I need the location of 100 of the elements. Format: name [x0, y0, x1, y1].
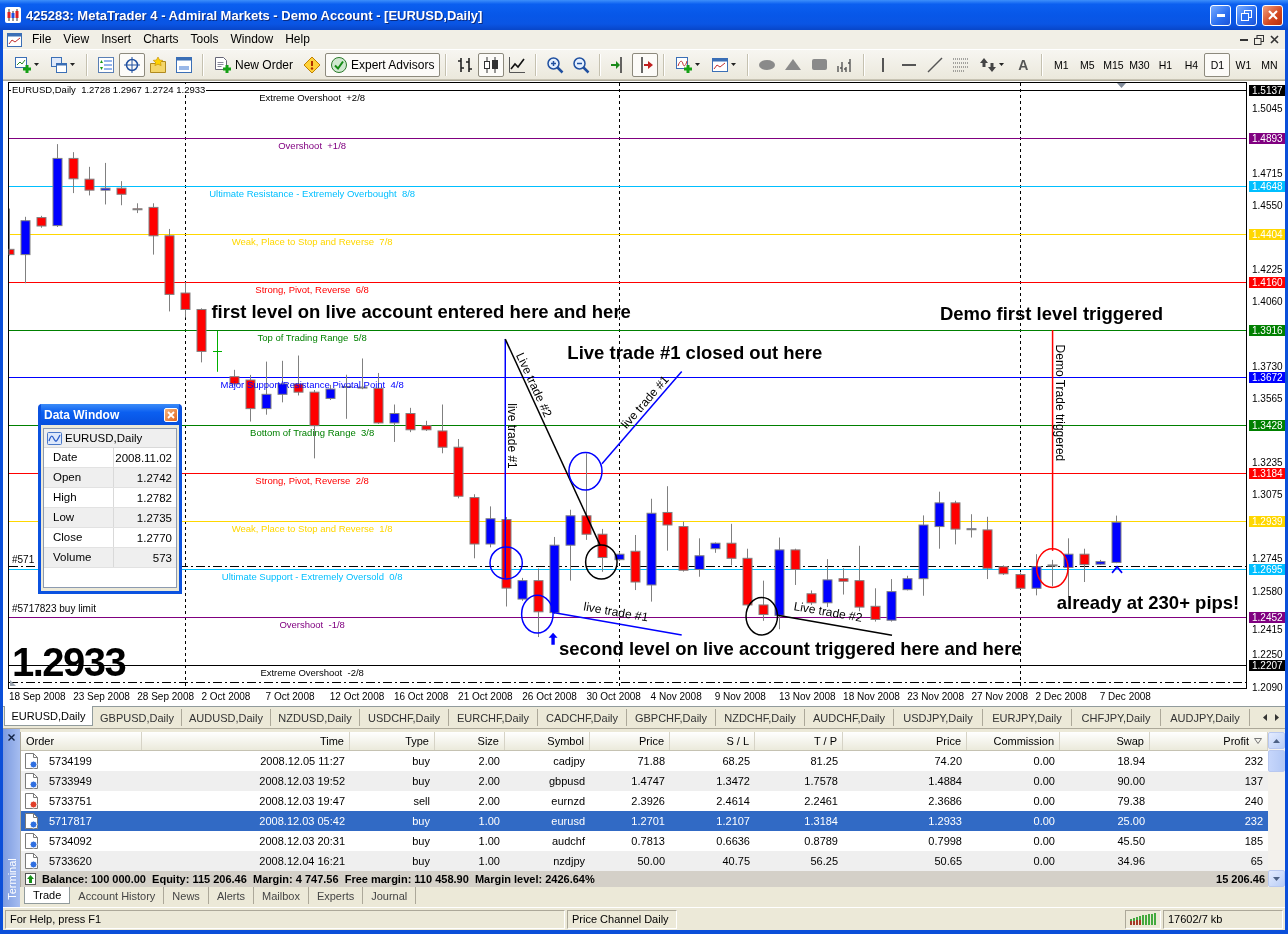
chart-tab[interactable]: AUDJPY,Daily	[1161, 709, 1250, 726]
zoom-in-icon[interactable]	[547, 56, 564, 73]
rectangle-icon[interactable]	[811, 59, 827, 70]
chart-tab[interactable]: AUDUSD,Daily	[182, 709, 271, 726]
caret-icon[interactable]	[999, 63, 1005, 66]
column-header[interactable]: Commission	[993, 735, 1054, 747]
scroll-down-button[interactable]	[1268, 870, 1285, 887]
diagonal-line-icon[interactable]	[928, 57, 943, 72]
zoom-out-icon[interactable]	[573, 56, 590, 73]
bars-icon[interactable]	[837, 57, 854, 72]
chart-tab[interactable]: EURUSD,Daily	[4, 706, 93, 726]
column-header[interactable]: Profit	[1223, 735, 1249, 747]
chart-tab[interactable]: CADCHF,Daily	[538, 709, 627, 726]
caret-icon[interactable]	[731, 63, 737, 66]
column-header[interactable]: Price	[935, 735, 961, 747]
price-tag: 1.2452	[1249, 612, 1285, 623]
data-window-button[interactable]	[119, 52, 145, 77]
new-order-button[interactable]: New Order	[209, 52, 299, 77]
chart-tab[interactable]: USDJPY,Daily	[894, 709, 983, 726]
horizontal-line-icon[interactable]	[902, 63, 917, 66]
chart-tab[interactable]: EURJPY,Daily	[983, 709, 1072, 726]
menu-item[interactable]: Charts	[137, 31, 185, 48]
timeframe-button[interactable]: W1	[1230, 52, 1257, 77]
close-button[interactable]	[1262, 4, 1283, 26]
chart-tab[interactable]: USDCHF,Daily	[360, 709, 449, 726]
minimize-icon[interactable]	[1240, 38, 1248, 41]
caret-icon[interactable]	[34, 63, 39, 66]
diamond-icon[interactable]	[304, 56, 320, 73]
menu-item[interactable]: File	[26, 31, 58, 48]
column-header[interactable]: S / L	[726, 735, 749, 747]
text-tool-button[interactable]: A	[1010, 52, 1037, 77]
column-header[interactable]: Time	[319, 735, 344, 747]
chart-tab[interactable]: GBPUSD,Daily	[93, 709, 182, 726]
terminal-tab[interactable]: Account History	[70, 887, 165, 904]
menu-item[interactable]: Insert	[95, 31, 138, 48]
timeframe-button[interactable]: MN	[1256, 52, 1283, 77]
column-header[interactable]: Type	[405, 735, 429, 747]
terminal-tab[interactable]: Trade	[24, 887, 71, 904]
indicator-plus-icon[interactable]	[676, 56, 693, 73]
terminal-tab[interactable]: Alerts	[208, 887, 254, 904]
auto-scroll-button[interactable]	[632, 52, 659, 77]
terminal-tab[interactable]: News	[164, 887, 209, 904]
candle	[1031, 553, 1042, 596]
time-axis-label: 23 Sep 2008	[73, 691, 130, 703]
close-icon[interactable]	[1270, 35, 1279, 44]
menu-item[interactable]: Help	[279, 31, 316, 48]
column-header[interactable]: T / P	[813, 735, 837, 747]
sort-icon[interactable]	[1254, 738, 1262, 744]
left-arrow-icon[interactable]	[1263, 713, 1267, 721]
terminal-tab[interactable]: Experts	[308, 887, 364, 904]
scroll-thumb[interactable]	[1268, 750, 1285, 772]
menu-item[interactable]: Tools	[184, 31, 225, 48]
arrows-icon[interactable]	[980, 57, 997, 72]
close-button[interactable]	[164, 407, 178, 422]
table-row[interactable]: 5733949 2008.12.03 19:52 buy 2.00 gbpusd 1.4747 1.3472 1.7578 1.4884 0.00 90.00 137	[21, 771, 1268, 791]
price-list-icon[interactable]	[98, 56, 114, 73]
chart-type-button[interactable]	[478, 52, 505, 77]
column-header[interactable]: Swap	[1116, 735, 1144, 747]
chart-tab[interactable]: NZDUSD,Daily	[271, 709, 360, 726]
caret-icon[interactable]	[695, 63, 701, 66]
triangle-icon[interactable]	[785, 59, 802, 70]
right-arrow-icon[interactable]	[1275, 713, 1279, 721]
timeframe-button[interactable]: M15	[1100, 52, 1127, 77]
menu-item[interactable]: Window	[224, 31, 280, 48]
chart-tab[interactable]: GBPCHF,Daily	[627, 709, 716, 726]
chart-tab[interactable]: EURCHF,Daily	[449, 709, 538, 726]
terminal-tab[interactable]: Journal	[363, 887, 417, 904]
chart-window-icon[interactable]	[712, 56, 729, 73]
timeframe-button[interactable]: D1	[1204, 52, 1231, 77]
column-header[interactable]: Size	[477, 735, 499, 747]
chart-plus-icon[interactable]	[15, 56, 31, 73]
expert-advisors-button[interactable]: Expert Advisors	[325, 52, 441, 77]
star-folder-icon[interactable]	[150, 56, 166, 73]
restore-button[interactable]	[1236, 4, 1257, 26]
timeframe-button[interactable]: H4	[1178, 52, 1205, 77]
timeframe-button[interactable]: M5	[1074, 52, 1101, 77]
chart-tab[interactable]: AUDCHF,Daily	[805, 709, 894, 726]
scrollbar[interactable]	[1268, 732, 1285, 887]
caret-icon[interactable]	[70, 63, 75, 66]
scroll-up-button[interactable]	[1268, 732, 1285, 749]
column-header[interactable]: Price	[638, 735, 664, 747]
chart-tab[interactable]: CHFJPY,Daily	[1072, 709, 1161, 726]
timeframe-button[interactable]: M30	[1126, 52, 1153, 77]
timeframe-button[interactable]: H1	[1152, 52, 1179, 77]
table-row[interactable]: 5733620 2008.12.04 16:21 buy 1.00 nzdjpy 50.00 40.75 56.25 50.65 0.00 34.96 65	[21, 851, 1268, 871]
timeframe-button[interactable]: M1	[1048, 52, 1075, 77]
column-header[interactable]: Symbol	[547, 735, 584, 747]
menu-item[interactable]: View	[57, 31, 96, 48]
minimize-button[interactable]	[1210, 4, 1231, 26]
restore-icon[interactable]	[1254, 34, 1264, 45]
terminal-tab[interactable]: Mailbox	[254, 887, 309, 904]
close-icon[interactable]	[8, 734, 15, 741]
dotted-lines-icon[interactable]	[953, 57, 970, 72]
ellipse-icon[interactable]	[759, 59, 776, 70]
column-header[interactable]: Order	[26, 735, 55, 747]
table-row[interactable]: 5717817 2008.12.03 05:42 buy 1.00 eurusd 1.2701 1.2107 1.3184 1.2933 0.00 25.00 232	[21, 811, 1268, 831]
vertical-line-icon[interactable]	[882, 57, 885, 72]
chart-tab[interactable]: NZDCHF,Daily	[716, 709, 805, 726]
window-panel-icon[interactable]	[176, 56, 192, 73]
windows-icon[interactable]	[51, 56, 67, 73]
